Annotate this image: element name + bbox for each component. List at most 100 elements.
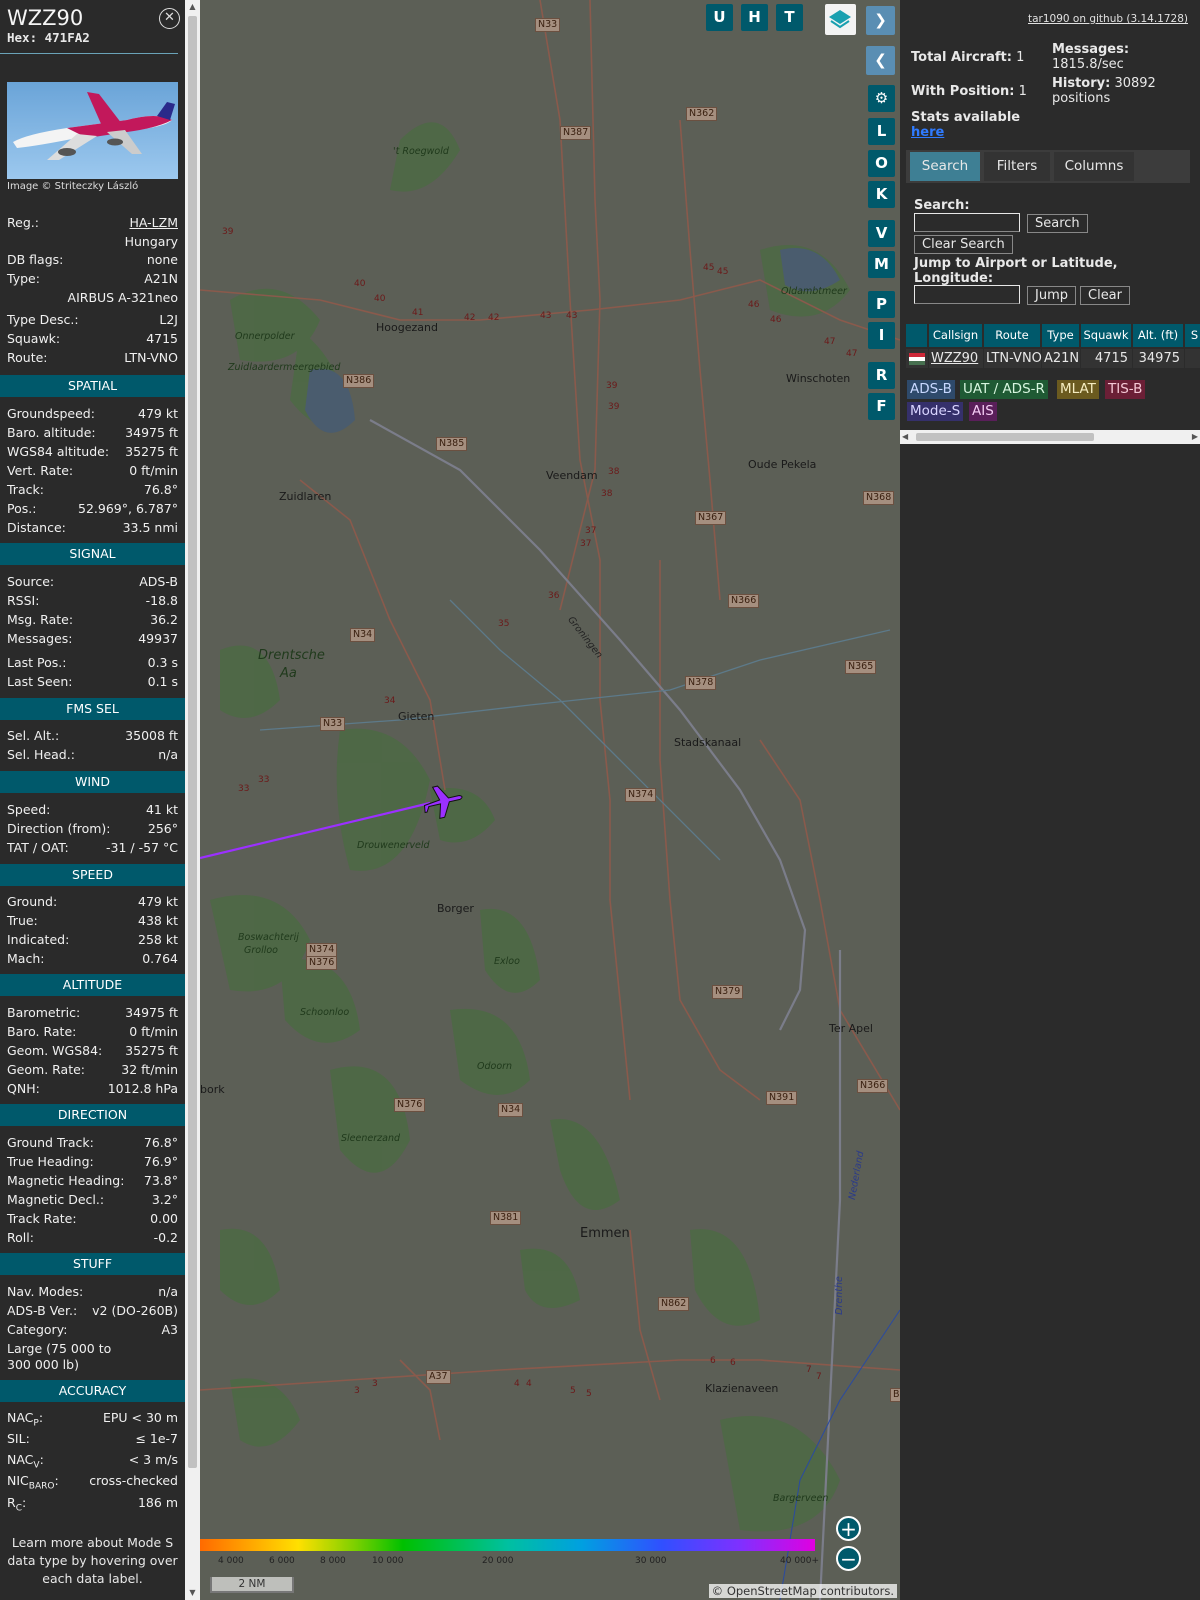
aircraft-marker-icon[interactable] — [422, 781, 466, 821]
search-button[interactable]: Search — [1027, 214, 1088, 233]
map-button-m[interactable]: M — [868, 251, 895, 278]
info-value: LTN-VNO — [124, 350, 178, 365]
scroll-down-arrow-icon[interactable]: ▼ — [185, 1586, 200, 1600]
column-header-squawk[interactable]: Squawk — [1081, 324, 1132, 347]
jump-button[interactable]: Jump — [1027, 286, 1076, 305]
road-shield: N381 — [490, 1211, 522, 1225]
table-cell-squawk[interactable]: 4715 — [1081, 349, 1132, 368]
settings-gear-icon[interactable]: ⚙ — [868, 85, 895, 112]
layers-icon[interactable] — [825, 4, 856, 35]
info-label: Geom. Rate: — [7, 1062, 86, 1077]
km-marker: 35 — [498, 619, 510, 629]
label-main: NIC — [7, 1473, 29, 1488]
map-button-p[interactable]: P — [868, 291, 895, 318]
scrollbar-thumb[interactable] — [916, 433, 1094, 441]
scroll-left-arrow-icon[interactable]: ◀ — [902, 430, 908, 444]
forest-label: Schoonloo — [300, 1007, 350, 1018]
map-button-u[interactable]: U — [706, 4, 733, 31]
legend-badge-ais[interactable]: AIS — [969, 402, 997, 421]
scroll-up-arrow-icon[interactable]: ▲ — [185, 0, 200, 14]
table-cell-route[interactable]: LTN-VNO — [984, 349, 1042, 368]
collapse-left-icon[interactable]: ❮ — [866, 46, 895, 75]
info-value: 34975 ft — [125, 1005, 178, 1020]
map-button-k[interactable]: K — [868, 181, 895, 208]
road-shield: N33 — [535, 18, 561, 32]
close-icon[interactable]: ✕ — [159, 8, 180, 29]
table-row-flag[interactable] — [906, 349, 928, 368]
road-shield: N368 — [863, 491, 895, 505]
info-row: Vert. Rate: 0 ft/min — [7, 462, 178, 479]
scroll-right-arrow-icon[interactable]: ▶ — [1192, 430, 1198, 444]
km-marker: 45 — [703, 263, 715, 273]
section-header-spatial: SPATIAL — [0, 375, 185, 397]
map-button-t[interactable]: T — [776, 4, 803, 31]
info-row: NACV: < 3 m/s — [7, 1451, 178, 1471]
table-cell-speed[interactable] — [1185, 349, 1200, 368]
km-marker: 33 — [258, 775, 270, 785]
info-label: Squawk: — [7, 331, 61, 346]
column-header-altitude[interactable]: Alt. (ft) — [1133, 324, 1184, 347]
info-label: QNH: — [7, 1081, 40, 1096]
info-row: Distance: 33.5 nmi — [7, 519, 178, 536]
map-attribution[interactable]: © OpenStreetMap contributors. — [708, 1584, 897, 1598]
jump-label: Longitude: — [914, 271, 994, 286]
registration-link[interactable]: HA-LZM — [130, 214, 179, 231]
github-link[interactable]: tar1090 on github (3.14.1728) — [1028, 13, 1188, 25]
tab-filters[interactable]: Filters — [984, 152, 1050, 181]
column-header-route[interactable]: Route — [984, 324, 1041, 347]
sidebar-scrollbar[interactable]: ▲ ▼ — [185, 0, 200, 1600]
history-unit: positions — [1052, 91, 1111, 106]
legend-badge-adsb[interactable]: ADS-B — [907, 380, 955, 399]
map-view[interactable]: Hoogezand Veendam Winschoten Oude Pekela… — [200, 0, 900, 1600]
km-marker: 39 — [222, 227, 234, 237]
zoom-out-button[interactable]: − — [836, 1546, 861, 1571]
column-header-speed[interactable]: S — [1185, 324, 1200, 347]
info-row-type: Type: A21N — [7, 270, 178, 287]
info-row: Last Pos.: 0.3 s — [7, 654, 178, 671]
scrollbar-thumb[interactable] — [188, 16, 197, 1468]
map-button-h[interactable]: H — [741, 4, 768, 31]
label-main: NAC — [7, 1410, 34, 1425]
jump-input[interactable] — [914, 285, 1020, 304]
expand-right-icon[interactable]: ❯ — [866, 6, 895, 35]
altitude-tick-label: 4 000 — [218, 1556, 244, 1566]
info-value: 479 kt — [138, 406, 178, 421]
stats-link[interactable]: here — [911, 125, 944, 140]
info-row: Indicated: 258 kt — [7, 931, 178, 948]
map-button-o[interactable]: O — [868, 150, 895, 177]
map-button-f[interactable]: F — [868, 393, 895, 420]
clear-jump-button[interactable]: Clear — [1080, 286, 1130, 305]
info-value: 0.00 — [150, 1211, 178, 1226]
zoom-in-button[interactable]: + — [836, 1516, 861, 1541]
map-button-i[interactable]: I — [868, 322, 895, 349]
info-label: True Heading: — [7, 1154, 94, 1169]
km-marker: 47 — [846, 349, 858, 359]
table-cell-callsign[interactable]: WZZ90 — [929, 349, 983, 368]
info-value: ADS-B — [139, 574, 178, 589]
legend-badge-tisb[interactable]: TIS-B — [1105, 380, 1146, 399]
column-header-flag[interactable] — [906, 324, 928, 347]
info-label: Msg. Rate: — [7, 612, 74, 627]
legend-badge-modes[interactable]: Mode-S — [907, 402, 964, 421]
clear-search-button[interactable]: Clear Search — [914, 235, 1013, 254]
legend-badge-uat[interactable]: UAT / ADS-R — [960, 380, 1048, 399]
stats-available: Stats available — [911, 110, 1020, 125]
table-cell-altitude[interactable]: 34975 — [1133, 349, 1184, 368]
section-header-accuracy: ACCURACY — [0, 1380, 185, 1402]
column-header-callsign[interactable]: Callsign — [929, 324, 983, 347]
legend-badge-mlat[interactable]: MLAT — [1057, 380, 1099, 399]
info-row-squawk: Squawk: 4715 — [7, 330, 178, 347]
tab-columns[interactable]: Columns — [1054, 152, 1134, 181]
table-cell-type[interactable]: A21N — [1042, 349, 1080, 368]
map-button-v[interactable]: V — [868, 220, 895, 247]
column-header-type[interactable]: Type — [1042, 324, 1080, 347]
table-horizontal-scrollbar[interactable]: ◀ ▶ — [900, 430, 1200, 444]
category-description: 300 000 lb) — [7, 1356, 178, 1373]
search-input[interactable] — [914, 213, 1020, 232]
map-button-r[interactable]: R — [868, 362, 895, 389]
map-button-l[interactable]: L — [868, 118, 895, 145]
info-value: 33.5 nmi — [122, 520, 178, 535]
tab-search[interactable]: Search — [910, 152, 980, 181]
info-value: 35008 ft — [125, 728, 178, 743]
aircraft-photo[interactable] — [7, 82, 178, 179]
